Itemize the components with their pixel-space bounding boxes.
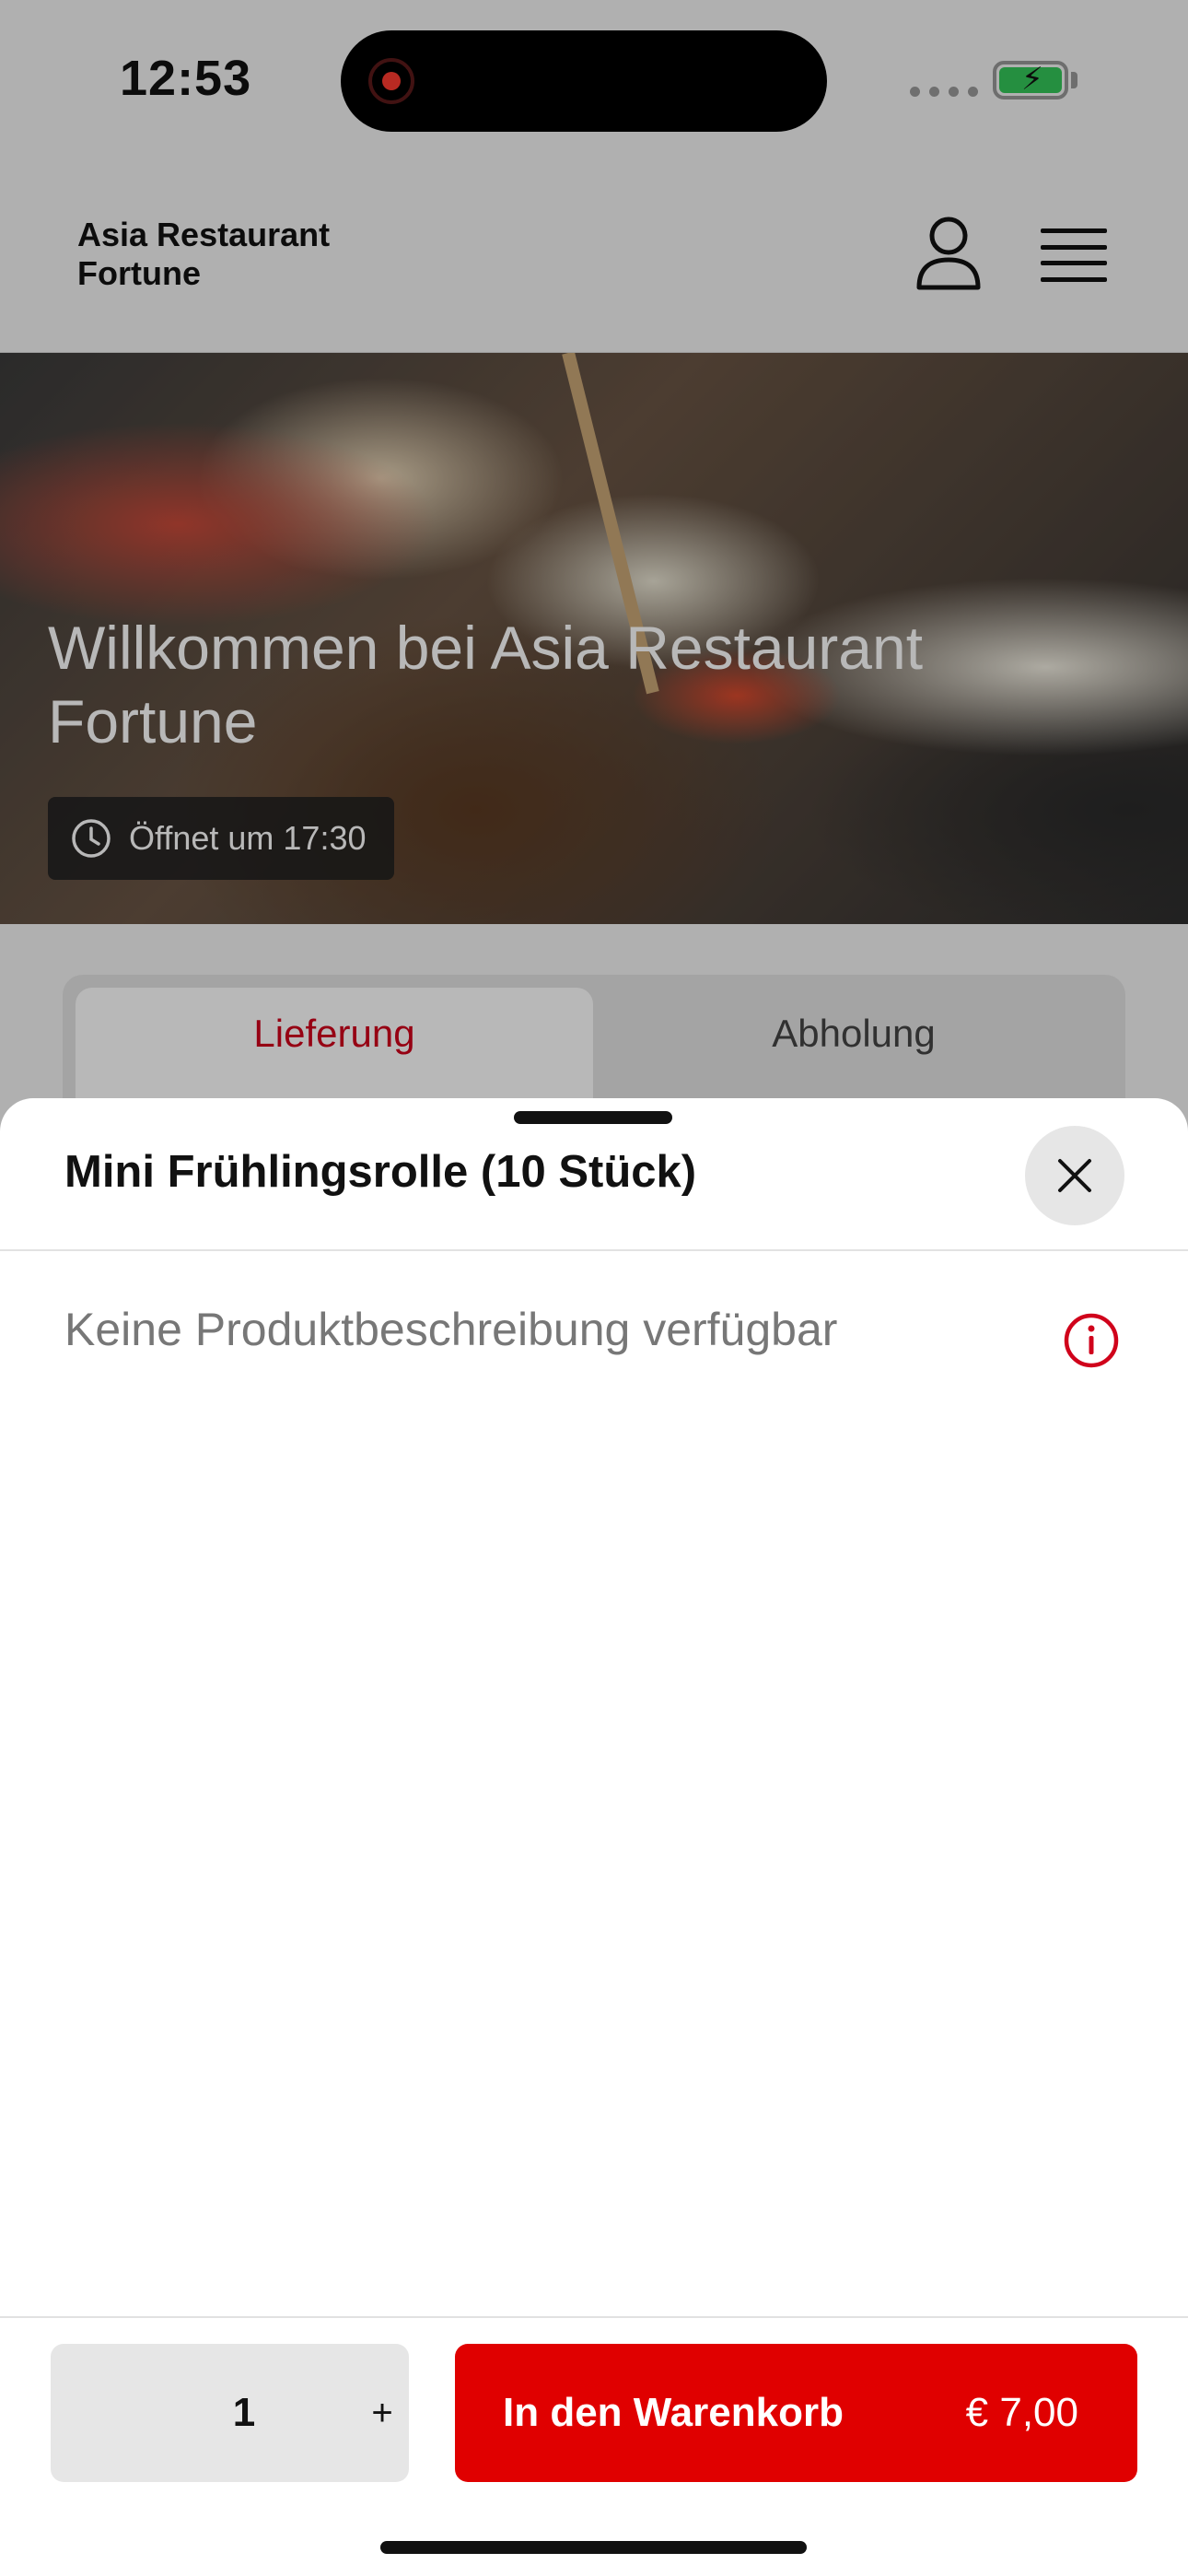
close-button[interactable] bbox=[1025, 1126, 1124, 1225]
add-to-cart-label: In den Warenkorb bbox=[503, 2390, 844, 2435]
divider bbox=[0, 1249, 1188, 1251]
modal-scrim[interactable] bbox=[0, 0, 1188, 1198]
close-icon bbox=[1058, 1159, 1091, 1192]
quantity-value: 1 bbox=[232, 2390, 256, 2435]
home-indicator bbox=[380, 2541, 807, 2554]
product-title: Mini Frühlingsrolle (10 Stück) bbox=[64, 1147, 697, 1197]
sheet-grabber[interactable] bbox=[514, 1111, 672, 1124]
footer-divider bbox=[0, 2316, 1188, 2318]
add-to-cart-button[interactable]: In den Warenkorb € 7,00 bbox=[455, 2344, 1137, 2482]
product-description: Keine Produktbeschreibung verfügbar bbox=[64, 1304, 838, 1355]
increase-quantity-button[interactable]: + bbox=[355, 2385, 410, 2441]
quantity-stepper: 1 + bbox=[51, 2344, 409, 2482]
price-label: € 7,00 bbox=[965, 2390, 1078, 2435]
info-icon[interactable] bbox=[1063, 1312, 1120, 1369]
